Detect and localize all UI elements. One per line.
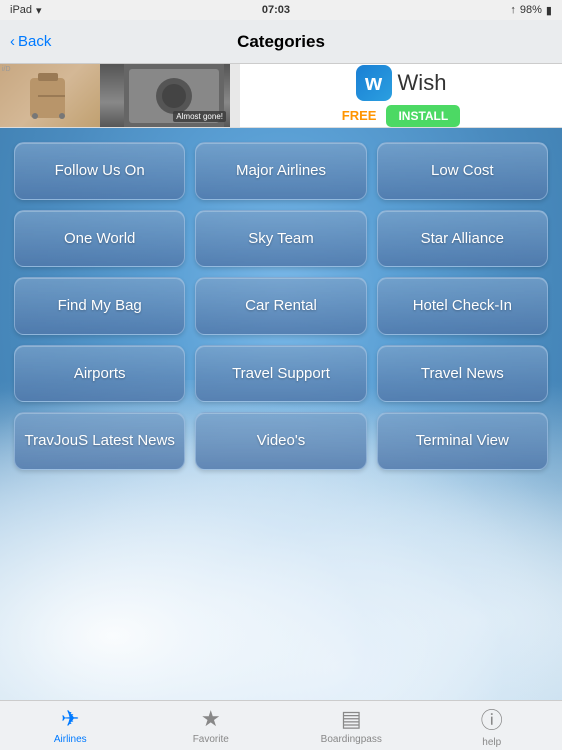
category-button-one-world[interactable]: One World (14, 210, 185, 268)
nav-bar: ‹ Back Categories (0, 20, 562, 64)
install-button[interactable]: INSTALL (386, 105, 460, 127)
wifi-icon: ▾ (36, 4, 42, 17)
airlines-tab-label: Airlines (54, 734, 87, 745)
ad-product-thumb1 (0, 64, 100, 127)
category-button-terminal-view[interactable]: Terminal View (377, 412, 548, 470)
arrow-icon: ↑ (510, 4, 516, 16)
category-button-major-airlines[interactable]: Major Airlines (195, 142, 366, 200)
status-left: iPad ▾ (10, 4, 42, 17)
ad-banner: i/D Almost gone! $7$ (0, 64, 562, 128)
category-button-travel-support[interactable]: Travel Support (195, 345, 366, 403)
categories-grid: Follow Us OnMajor AirlinesLow Cost One Wo… (0, 128, 562, 480)
category-button-travjous-news[interactable]: TravJouS Latest News (14, 412, 185, 470)
category-button-sky-team[interactable]: Sky Team (195, 210, 366, 268)
category-button-star-alliance[interactable]: Star Alliance (377, 210, 548, 268)
page-title: Categories (237, 32, 325, 52)
airlines-tab-icon: ✈ (61, 706, 79, 732)
help-tab-icon: ⓘ (481, 703, 503, 735)
back-button[interactable]: ‹ Back (10, 33, 51, 50)
battery-icon: ▮ (546, 4, 552, 17)
boardingpass-tab-label: Boardingpass (321, 734, 382, 745)
status-time: 07:03 (262, 4, 290, 16)
status-right: ↑ 98% ▮ (510, 4, 552, 17)
tab-favorite[interactable]: ★ Favorite (141, 701, 282, 750)
back-label: Back (18, 33, 51, 50)
almost-gone-label: Almost gone! (173, 111, 226, 122)
category-button-videos[interactable]: Video's (195, 412, 366, 470)
favorite-tab-icon: ★ (201, 706, 221, 732)
tab-bar: ✈ Airlines ★ Favorite ▤ Boardingpass ⓘ help (0, 700, 562, 750)
category-button-airports[interactable]: Airports (14, 345, 185, 403)
category-button-car-rental[interactable]: Car Rental (195, 277, 366, 335)
category-button-follow-us[interactable]: Follow Us On (14, 142, 185, 200)
tab-help[interactable]: ⓘ help (422, 701, 562, 750)
wish-icon: w (356, 65, 392, 101)
ad-product-thumb2: Almost gone! (100, 64, 230, 127)
ad-action-row: FREE INSTALL (342, 105, 460, 127)
ad-image-section: i/D Almost gone! $7$ (0, 64, 240, 127)
free-label: FREE (342, 108, 377, 123)
chevron-left-icon: ‹ (10, 33, 15, 50)
battery-percent: 98% (520, 4, 542, 16)
wish-name: Wish (398, 70, 447, 96)
help-tab-label: help (482, 737, 501, 748)
tab-airlines[interactable]: ✈ Airlines (0, 701, 141, 750)
category-button-find-my-bag[interactable]: Find My Bag (14, 277, 185, 335)
ad-badge: i/D (2, 66, 11, 73)
category-button-hotel-check-in[interactable]: Hotel Check-In (377, 277, 548, 335)
ad-right-section: w Wish FREE INSTALL (240, 64, 562, 127)
wish-logo: w Wish (356, 65, 447, 101)
device-label: iPad (10, 4, 32, 16)
status-bar: iPad ▾ 07:03 ↑ 98% ▮ (0, 0, 562, 20)
tab-boardingpass[interactable]: ▤ Boardingpass (281, 701, 422, 750)
boardingpass-tab-icon: ▤ (341, 706, 362, 732)
category-button-low-cost[interactable]: Low Cost (377, 142, 548, 200)
favorite-tab-label: Favorite (193, 734, 229, 745)
category-button-travel-news[interactable]: Travel News (377, 345, 548, 403)
